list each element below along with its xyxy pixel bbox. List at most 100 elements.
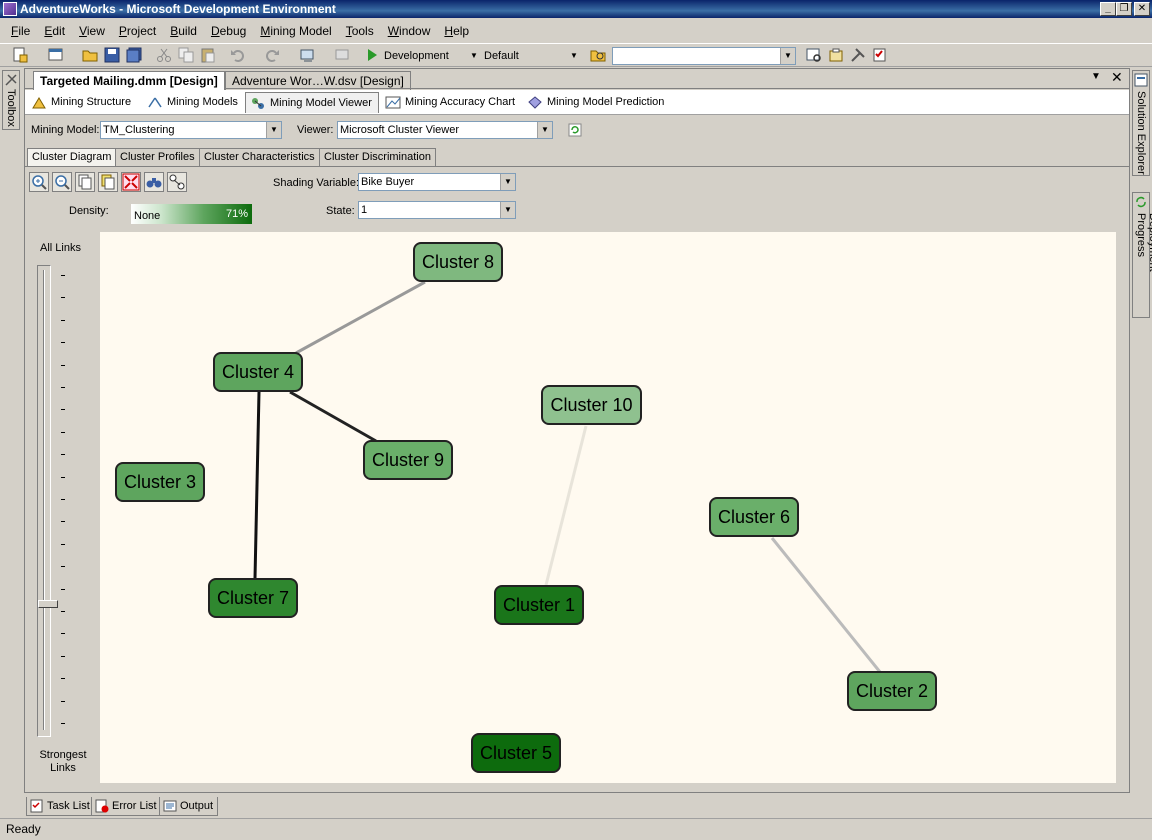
cluster-node-9[interactable]: Cluster 9 — [363, 440, 453, 480]
menu-file[interactable]: File — [4, 20, 37, 42]
cluster-node-7[interactable]: Cluster 7 — [208, 578, 298, 618]
paste-icon[interactable] — [200, 47, 216, 63]
tab-mining-accuracy-chart[interactable]: Mining Accuracy Chart — [381, 92, 521, 113]
viewer-select[interactable]: Microsoft Cluster Viewer ▼ — [337, 121, 553, 139]
link-cluster4-cluster9[interactable] — [289, 390, 377, 443]
close-window-button[interactable]: ✕ — [1134, 2, 1150, 16]
menu-help[interactable]: Help — [437, 20, 476, 42]
solution-platform-combo[interactable]: Default ▼ — [482, 47, 580, 65]
chevron-down-icon: ▼ — [500, 202, 515, 218]
slider-tick — [61, 499, 65, 500]
menu-debug[interactable]: Debug — [204, 20, 253, 42]
cluster-node-5[interactable]: Cluster 5 — [471, 733, 561, 773]
cluster-node-8[interactable]: Cluster 8 — [413, 242, 503, 282]
tab-cluster-discrimination[interactable]: Cluster Discrimination — [319, 148, 436, 166]
solution-explorer-tab[interactable]: Solution Explorer — [1132, 70, 1150, 176]
copy-graph-view-button[interactable] — [75, 172, 95, 192]
cluster-node-6[interactable]: Cluster 6 — [709, 497, 799, 537]
toolbox-icon — [5, 74, 17, 86]
tab-mining-models[interactable]: Mining Models — [143, 92, 244, 113]
menu-bar: File Edit View Project Build Debug Minin… — [0, 20, 1152, 42]
undo-icon[interactable] — [230, 47, 246, 63]
close-document-icon[interactable]: ✕ — [1111, 69, 1123, 86]
navigate-backward-icon[interactable] — [300, 47, 316, 63]
find-combo[interactable]: ▼ — [612, 47, 796, 65]
save-icon[interactable] — [104, 47, 120, 63]
tab-mining-structure[interactable]: Mining Structure — [27, 92, 137, 113]
menu-window[interactable]: Window — [381, 20, 438, 42]
deployment-progress-tab[interactable]: Deployment Progress — [1132, 192, 1152, 318]
menu-tools[interactable]: Tools — [339, 20, 381, 42]
checklist-icon[interactable] — [872, 47, 888, 63]
copy-icon[interactable] — [178, 47, 194, 63]
menu-edit[interactable]: Edit — [37, 20, 72, 42]
zoom-out-icon — [55, 175, 70, 190]
doc-tab-mining-design[interactable]: Targeted Mailing.dmm [Design] — [33, 71, 225, 91]
solution-config-combo[interactable]: Development ▼ — [382, 47, 480, 65]
zoom-out-button[interactable] — [52, 172, 72, 192]
tab-mining-model-prediction-label: Mining Model Prediction — [547, 96, 665, 108]
chevron-down-icon: ▼ — [500, 174, 515, 190]
link-cluster6-cluster2[interactable] — [770, 537, 882, 673]
toolbox-label: Toolbox — [5, 89, 17, 127]
menu-project[interactable]: Project — [112, 20, 163, 42]
slider-thumb[interactable] — [38, 599, 58, 608]
cluster-diagram-canvas[interactable]: Cluster 8 Cluster 4 Cluster 9 Cluster 3 … — [100, 232, 1116, 783]
link-cluster8-cluster4[interactable] — [295, 280, 426, 355]
refresh-viewer-icon[interactable] — [568, 123, 582, 137]
redo-icon[interactable] — [264, 47, 280, 63]
copy-graph-icon — [78, 174, 92, 190]
tab-cluster-diagram[interactable]: Cluster Diagram — [27, 148, 117, 167]
menu-mining-model[interactable]: Mining Model — [253, 20, 338, 42]
error-list-label: Error List — [112, 800, 157, 812]
link-cluster10-cluster1[interactable] — [544, 425, 588, 586]
tab-cluster-characteristics[interactable]: Cluster Characteristics — [199, 148, 320, 166]
state-select[interactable]: 1 ▼ — [358, 201, 516, 219]
tab-mining-model-prediction[interactable]: Mining Model Prediction — [523, 92, 670, 113]
mining-model-select[interactable]: TM_Clustering ▼ — [100, 121, 282, 139]
doc-tab-dsv-design[interactable]: Adventure Wor…W.dsv [Design] — [225, 71, 411, 90]
save-all-icon[interactable] — [126, 47, 142, 63]
task-list-label: Task List — [47, 800, 90, 812]
minimize-button[interactable]: _ — [1100, 2, 1116, 16]
copy-entire-graph-button[interactable] — [98, 172, 118, 192]
layout-button[interactable] — [167, 172, 187, 192]
start-debug-icon[interactable] — [364, 47, 380, 63]
menu-build[interactable]: Build — [163, 20, 204, 42]
restore-button[interactable]: ❐ — [1116, 2, 1132, 16]
menu-view[interactable]: View — [72, 20, 112, 42]
find-node-button[interactable] — [144, 172, 164, 192]
link-cluster4-cluster7[interactable] — [253, 391, 261, 579]
shading-variable-label: Shading Variable: — [273, 177, 360, 189]
shading-variable-select[interactable]: Bike Buyer ▼ — [358, 173, 516, 191]
chevron-down-icon: ▼ — [266, 122, 281, 138]
app-logo-icon — [3, 2, 17, 16]
mining-model-value: TM_Clustering — [103, 124, 175, 136]
properties-icon[interactable] — [828, 47, 844, 63]
cluster-node-4[interactable]: Cluster 4 — [213, 352, 303, 392]
cut-icon[interactable] — [156, 47, 172, 63]
navigate-forward-icon[interactable] — [334, 47, 350, 63]
zoom-in-button[interactable] — [29, 172, 49, 192]
error-list-tab[interactable]: Error List — [91, 797, 162, 816]
tab-mining-model-viewer[interactable]: Mining Model Viewer — [245, 92, 379, 113]
tab-cluster-profiles[interactable]: Cluster Profiles — [115, 148, 200, 166]
output-tab[interactable]: Output — [159, 797, 219, 816]
cluster-node-2[interactable]: Cluster 2 — [847, 671, 937, 711]
zoom-to-fit-button[interactable] — [121, 172, 141, 192]
open-file-icon[interactable] — [82, 47, 98, 63]
task-list-tab[interactable]: Task List — [26, 797, 95, 816]
active-files-dropdown-icon[interactable]: ▼ — [1091, 71, 1101, 82]
cluster-node-3[interactable]: Cluster 3 — [115, 462, 205, 502]
new-project-icon[interactable] — [12, 47, 28, 63]
toolbox-tab[interactable]: Toolbox — [2, 70, 20, 130]
find-in-files-icon[interactable] — [590, 47, 606, 63]
link-strength-slider[interactable] — [37, 265, 58, 737]
solution-platform-value: Default — [484, 50, 519, 62]
toolbox-strip: Toolbox — [0, 68, 22, 788]
add-item-icon[interactable] — [48, 47, 64, 63]
cluster-node-10[interactable]: Cluster 10 — [541, 385, 642, 425]
tools-icon[interactable] — [850, 47, 866, 63]
solution-explorer-icon[interactable] — [806, 47, 822, 63]
cluster-node-1[interactable]: Cluster 1 — [494, 585, 584, 625]
